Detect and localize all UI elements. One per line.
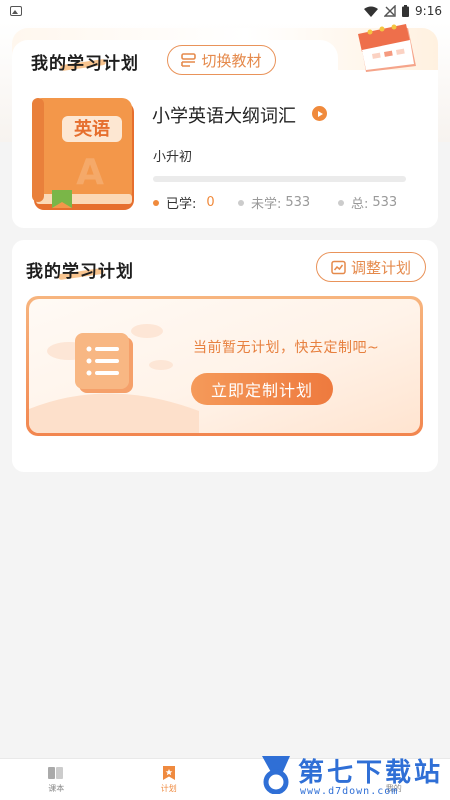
star-bookmark-icon	[161, 765, 177, 781]
stat-learned: 已学: 0	[153, 193, 215, 212]
stat-total: 总: 533	[338, 193, 397, 212]
adjust-plan-button[interactable]: 调整计划	[316, 252, 426, 282]
switch-icon	[181, 53, 197, 67]
battery-icon	[402, 5, 410, 17]
course-section-title: 我的学习计划	[31, 54, 139, 74]
switch-textbook-label: 切换教材	[201, 51, 262, 70]
empty-plan-illustration	[29, 324, 199, 433]
calendar-icon	[358, 24, 416, 72]
plan-empty-banner-inner: 当前暂无计划，快去定制吧~ 立即定制计划	[29, 299, 420, 433]
stat-total-label: 总:	[351, 197, 369, 212]
status-time: 9:16	[415, 4, 442, 18]
switch-textbook-button[interactable]: 切换教材	[167, 45, 276, 75]
plan-empty-banner: 当前暂无计划，快去定制吧~ 立即定制计划	[26, 296, 423, 436]
nav-label-textbook: 课本	[48, 784, 65, 793]
watermark-logo-icon	[262, 756, 290, 794]
stat-unlearned-label: 未学:	[251, 197, 282, 212]
create-plan-button[interactable]: 立即定制计划	[191, 373, 333, 405]
stat-learned-label: 已学:	[166, 197, 197, 212]
wifi-icon	[364, 6, 379, 17]
nav-label-plan: 计划	[160, 784, 177, 793]
watermark-title: 第七下载站	[298, 758, 444, 788]
watermark-url: www.d7down.com	[300, 786, 399, 797]
course-name[interactable]: 小学英语大纲词汇	[152, 102, 296, 128]
plan-section-title: 我的学习计划	[26, 262, 134, 282]
book-badge-text: 英语	[73, 118, 110, 140]
chart-calendar-icon	[331, 260, 346, 274]
stat-learned-value: 0	[206, 195, 215, 210]
unlearned-dot-icon	[238, 199, 244, 206]
adjust-plan-label: 调整计划	[350, 258, 411, 277]
learned-dot-icon	[153, 199, 159, 206]
watermark: 第七下载站 www.d7down.com	[256, 748, 450, 800]
status-bar: 9:16	[0, 0, 450, 22]
nav-item-plan[interactable]: 计划	[113, 759, 226, 800]
course-progress-bar	[153, 176, 406, 182]
no-signal-icon	[384, 5, 396, 17]
stat-total-value: 533	[372, 195, 398, 210]
total-dot-icon	[338, 199, 344, 206]
textbook-cover[interactable]: 英语 A	[32, 98, 136, 213]
course-level: 小升初	[153, 150, 193, 165]
book-icon	[48, 765, 64, 781]
play-icon[interactable]	[312, 106, 327, 121]
stat-unlearned-value: 533	[285, 195, 311, 210]
stat-unlearned: 未学: 533	[238, 193, 310, 212]
empty-plan-text: 当前暂无计划，快去定制吧~	[193, 340, 380, 356]
nav-item-textbook[interactable]: 课本	[0, 759, 113, 800]
book-letter: A	[76, 152, 104, 193]
gallery-notification-icon	[10, 6, 22, 16]
